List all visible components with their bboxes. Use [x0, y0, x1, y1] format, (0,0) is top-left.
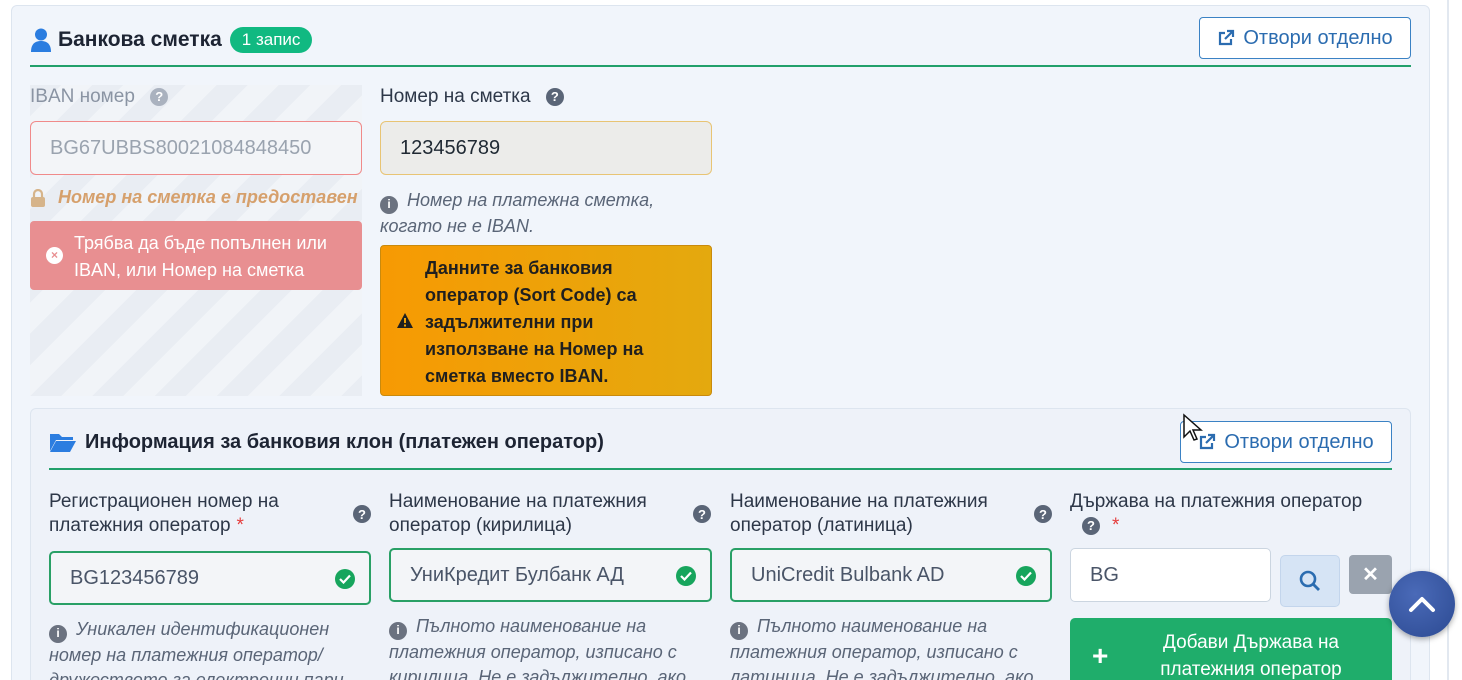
iban-input[interactable]: BG67UBBS80021084848450	[30, 121, 362, 175]
country-label-text: Държава на платежния оператор	[1070, 491, 1363, 512]
add-country-button[interactable]: + Добави Държава на платежния оператор	[1070, 618, 1392, 680]
help-icon[interactable]: ?	[1034, 505, 1052, 523]
bank-account-header: Банкова сметка 1 запис	[30, 24, 313, 56]
account-number-hint-text: Номер на платежна сметка, когато не е IB…	[380, 190, 655, 236]
error-icon: ×	[46, 247, 63, 264]
name-latin-value: UniCredit Bulbank AD	[751, 563, 945, 586]
add-country-label: Добави Държава на платежния оператор	[1160, 632, 1342, 680]
branch-open-separately-button[interactable]: Отвори отделно	[1180, 421, 1392, 463]
name-cyrillic-hint-text: Пълното наименование на платежния операт…	[389, 616, 687, 680]
iban-label-text: IBAN номер	[30, 86, 135, 107]
reg-number-value: BG123456789	[70, 566, 200, 589]
help-icon[interactable]: ?	[545, 87, 564, 106]
scroll-to-top-button[interactable]	[1389, 571, 1455, 637]
branch-open-separately-label: Отвори отделно	[1224, 430, 1374, 453]
sort-code-warning-text: Данните за банковия оператор (Sort Code)…	[425, 258, 644, 386]
warning-icon	[397, 313, 413, 328]
reg-number-hint: i Уникален идентификационен номер на плат…	[49, 617, 374, 680]
check-icon	[676, 566, 696, 586]
country-clear-button[interactable]: ✕	[1349, 555, 1392, 594]
lock-icon	[31, 188, 45, 207]
help-icon[interactable]: ?	[693, 505, 711, 523]
country-input[interactable]: BG	[1070, 548, 1271, 602]
account-number-input[interactable]: 123456789	[380, 121, 712, 175]
required-marker: *	[1112, 515, 1120, 536]
chevron-up-icon	[1409, 597, 1435, 612]
reg-number-label: Регистрационен номер на платежния операт…	[49, 490, 339, 538]
validation-error: × Трябва да бъде попълнен или IBAN, или …	[30, 221, 362, 290]
name-latin-input[interactable]: UniCredit Bulbank AD	[730, 548, 1052, 602]
reg-number-input[interactable]: BG123456789	[49, 551, 371, 605]
required-marker: *	[236, 515, 244, 536]
info-icon: i	[389, 621, 407, 640]
open-separately-button[interactable]: Отвори отделно	[1199, 17, 1411, 59]
external-link-icon	[1219, 29, 1235, 46]
lock-note-text: Номер на сметка е предоставен	[58, 187, 358, 207]
branch-info-header: Информация за банковия клон (платежен оп…	[49, 428, 604, 456]
help-icon[interactable]: ?	[150, 87, 169, 106]
name-latin-hint: i Пълното наименование на платежния опера…	[730, 614, 1055, 680]
name-cyrillic-input[interactable]: УниКредит Булбанк АД	[389, 548, 712, 602]
mouse-cursor-icon	[1183, 413, 1203, 441]
name-latin-label: Наименование на платежния оператор (лати…	[730, 491, 988, 536]
bank-account-title: Банкова сметка	[58, 28, 222, 51]
name-latin-hint-text: Пълното наименование на платежния операт…	[730, 616, 1034, 680]
reg-number-label-text: Регистрационен номер на платежния операт…	[49, 491, 279, 536]
header-divider	[30, 65, 1411, 67]
validation-error-text: Трябва да бъде попълнен или IBAN, или Но…	[74, 233, 327, 280]
close-icon: ✕	[1362, 564, 1379, 586]
user-icon	[31, 28, 51, 52]
search-icon	[1299, 570, 1320, 591]
page-scrollbar-track	[1447, 0, 1449, 680]
check-icon	[1016, 566, 1036, 586]
name-cyrillic-value: УниКредит Булбанк АД	[410, 563, 624, 586]
plus-icon: +	[1092, 640, 1109, 671]
account-number-label-text: Номер на сметка	[380, 86, 531, 107]
country-search-button[interactable]	[1280, 555, 1340, 607]
iban-label: IBAN номер ?	[30, 86, 169, 108]
account-number-label: Номер на сметка ?	[380, 86, 564, 108]
check-icon	[335, 569, 355, 589]
info-icon: i	[380, 195, 398, 214]
info-icon: i	[49, 624, 67, 643]
country-label: Държава на платежния оператор	[1070, 490, 1385, 514]
branch-header-divider	[49, 468, 1392, 470]
help-icon[interactable]: ?	[1082, 516, 1100, 535]
open-separately-label: Отвори отделно	[1243, 26, 1393, 49]
account-number-hint: i Номер на платежна сметка, когато не е I…	[380, 188, 712, 239]
sort-code-warning: Данните за банковия оператор (Sort Code)…	[380, 245, 712, 396]
record-count-badge: 1 запис	[229, 27, 313, 53]
reg-number-hint-text: Уникален идентификационен номер на плате…	[49, 619, 367, 680]
name-cyrillic-label: Наименование на платежния оператор (кири…	[389, 491, 647, 536]
info-icon: i	[730, 621, 748, 640]
country-label-suffix: ? *	[1082, 515, 1119, 537]
folder-open-icon	[50, 434, 76, 452]
name-cyrillic-hint: i Пълното наименование на платежния опера…	[389, 614, 714, 680]
help-icon[interactable]: ?	[353, 505, 371, 523]
lock-note: Номер на сметка е предоставен	[30, 187, 358, 208]
branch-info-title: Информация за банковия клон (платежен оп…	[85, 430, 604, 453]
